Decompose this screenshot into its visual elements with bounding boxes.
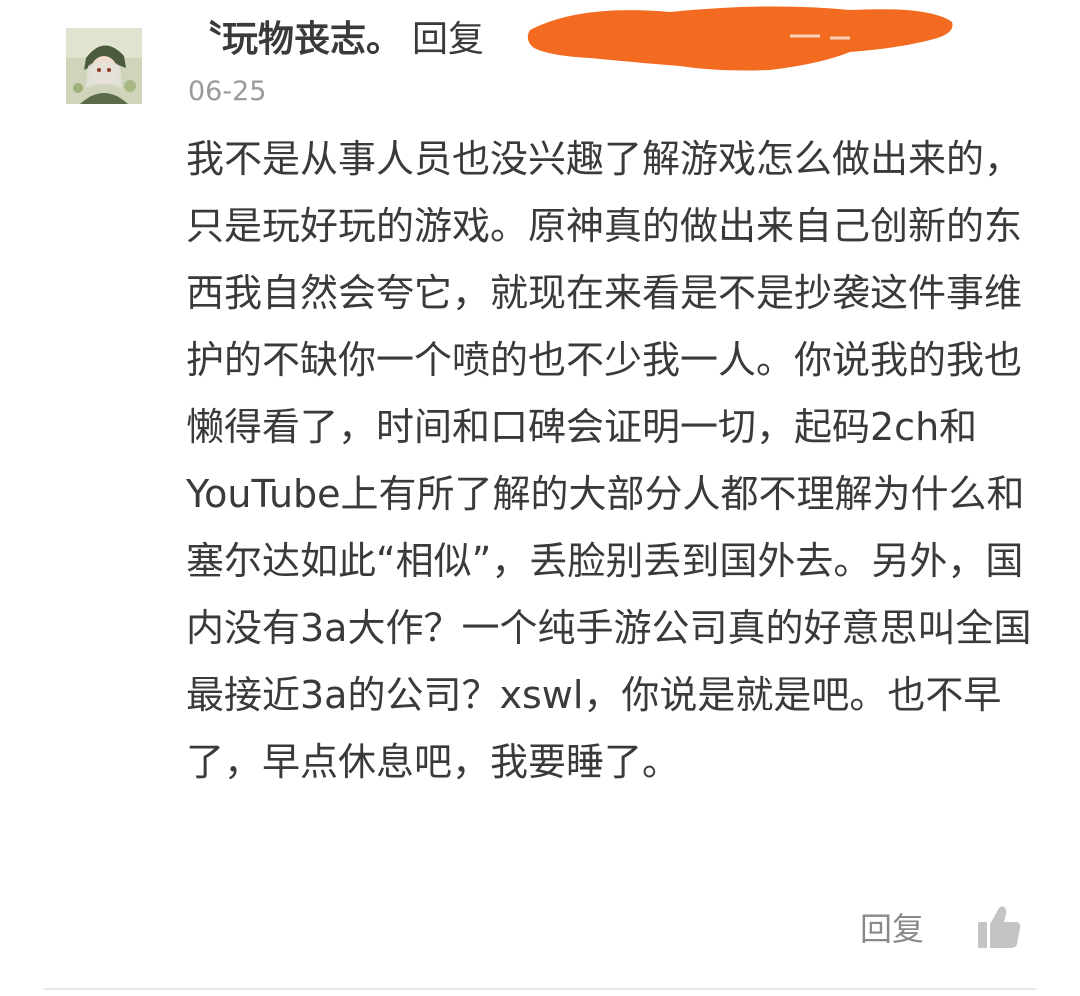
comment-item: 〝玩物丧志。 回复 06-25 我不是从事人员也没兴趣了解游戏怎么做出来的，只是… [0,0,1080,996]
reply-prefix: 回复 [412,19,485,60]
comment-date: 06-25 [188,76,267,107]
avatar-image [66,28,142,104]
avatar[interactable] [66,28,142,104]
comment-actions: 回复 [860,902,1024,952]
redaction-mark [527,6,953,71]
comment-header: 〝玩物丧志。 回复 [186,10,484,66]
reply-button[interactable]: 回复 [860,904,924,950]
divider [44,988,1036,990]
comment-body: 我不是从事人员也没兴趣了解游戏怎么做出来的，只是玩好玩的游戏。原神真的做出来自己… [186,137,1032,784]
username[interactable]: 〝玩物丧志。 [186,10,402,62]
thumbs-up-icon[interactable] [974,902,1024,952]
